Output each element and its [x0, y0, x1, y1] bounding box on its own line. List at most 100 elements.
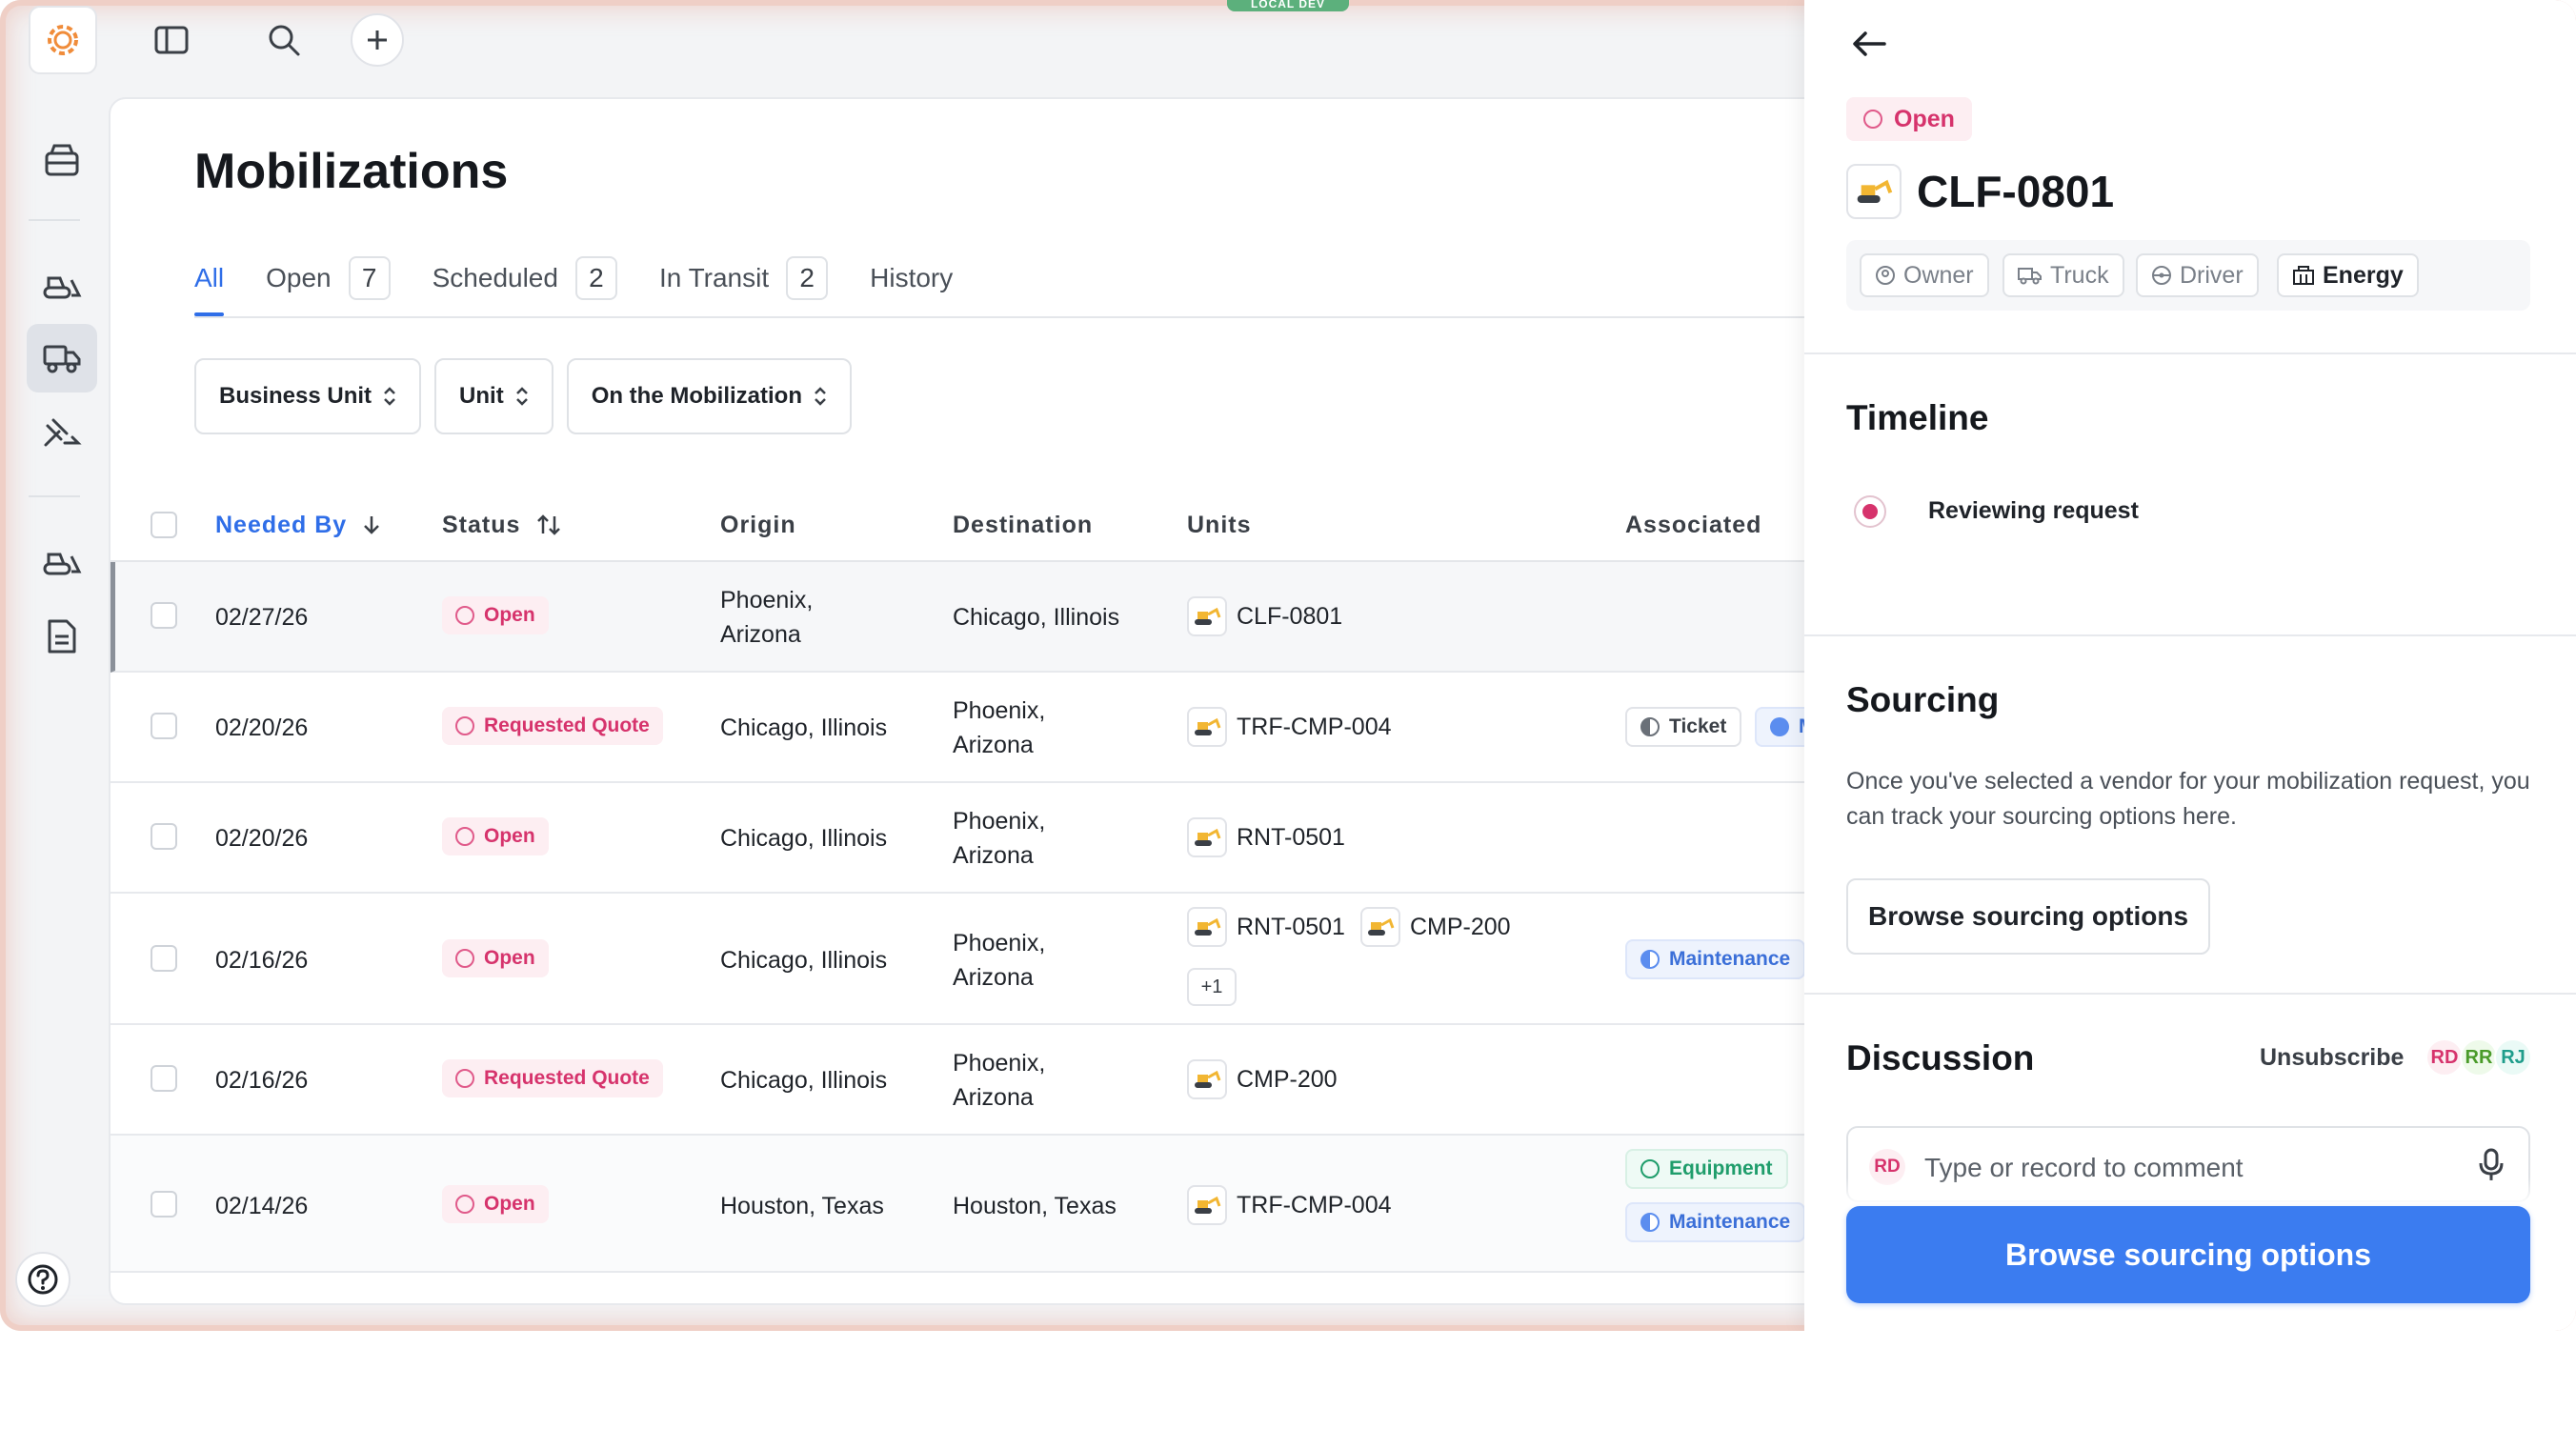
- rail-divider: [29, 495, 80, 497]
- add-button[interactable]: [351, 13, 404, 67]
- search-icon[interactable]: [257, 13, 311, 67]
- unit-chip[interactable]: RNT-0501: [1187, 907, 1345, 947]
- timeline-step: Reviewing request: [1928, 497, 2139, 524]
- sidebar-item-fleet[interactable]: [27, 526, 97, 594]
- sidebar-item-services[interactable]: [27, 400, 97, 469]
- associated-tag-maintenance[interactable]: Maintenance: [1625, 1202, 1806, 1242]
- needed-by: 02/27/26: [215, 604, 309, 631]
- steering-wheel-icon: [2152, 266, 2171, 285]
- gear-logo-icon: [48, 25, 78, 55]
- app-logo[interactable]: [29, 6, 97, 74]
- tab-open[interactable]: Open 7: [266, 242, 391, 314]
- wrench-icon: [44, 418, 82, 447]
- table-row[interactable]: 02/14/26 Open Houston, Texas Houston, Te…: [111, 1136, 1917, 1273]
- sidebar-item-documents[interactable]: [27, 602, 97, 671]
- plus-icon: [368, 30, 387, 50]
- sidebar-toggle-icon[interactable]: [145, 13, 198, 67]
- unit-chip[interactable]: RNT-0501: [1187, 817, 1345, 857]
- energy-button[interactable]: Energy: [2277, 253, 2419, 297]
- filter-unit[interactable]: Unit: [434, 358, 553, 434]
- tab-count: 2: [786, 256, 829, 300]
- tab-scheduled[interactable]: Scheduled 2: [433, 242, 617, 314]
- excavator-icon: [1187, 707, 1227, 747]
- progress-circle-icon: [1640, 950, 1660, 969]
- unit-chip[interactable]: TRF-CMP-004: [1187, 1185, 1392, 1225]
- tab-count: 2: [574, 256, 617, 300]
- destination: Phoenix, Arizona: [953, 1050, 1046, 1111]
- sidebar-item-mobilizations[interactable]: [27, 324, 97, 392]
- chevron-updown-icon: [815, 387, 826, 406]
- destination: Phoenix, Arizona: [953, 808, 1046, 869]
- excavator-icon: [1187, 1185, 1227, 1225]
- owner-button[interactable]: Owner: [1860, 253, 1989, 297]
- status-tabs: All Open 7 Scheduled 2 In Transit 2 History: [194, 242, 995, 316]
- browse-sourcing-cta-button[interactable]: Browse sourcing options: [1846, 1206, 2530, 1303]
- status-badge: Requested Quote: [442, 707, 663, 745]
- select-all-checkbox[interactable]: [151, 512, 177, 538]
- clock-icon: [455, 1069, 474, 1088]
- page-title: Mobilizations: [194, 144, 509, 199]
- back-button[interactable]: [1846, 21, 1892, 67]
- column-associated[interactable]: Associated: [1625, 488, 1761, 562]
- column-status[interactable]: Status: [442, 488, 562, 562]
- associated-tag-equipment[interactable]: Equipment: [1625, 1149, 1788, 1189]
- unsubscribe-link[interactable]: Unsubscribe: [2260, 1044, 2404, 1072]
- row-checkbox[interactable]: [151, 823, 177, 850]
- tab-in-transit[interactable]: In Transit 2: [659, 242, 829, 314]
- open-circle-icon: [1640, 1159, 1660, 1178]
- column-destination[interactable]: Destination: [953, 488, 1093, 562]
- open-circle-icon: [455, 949, 474, 968]
- table-row[interactable]: 02/16/26 Open Chicago, Illinois Phoenix,…: [111, 894, 1917, 1025]
- half-circle-icon: [1640, 717, 1660, 736]
- destination: Phoenix, Arizona: [953, 697, 1046, 758]
- associated-tag-maintenance[interactable]: Maintenance: [1625, 939, 1806, 979]
- sidebar-item-inventory[interactable]: [27, 126, 97, 194]
- excavator-icon: [1187, 817, 1227, 857]
- document-icon: [48, 619, 76, 654]
- row-checkbox[interactable]: [151, 1191, 177, 1218]
- needed-by: 02/20/26: [215, 714, 309, 741]
- origin: Chicago, Illinois: [720, 947, 888, 974]
- more-units-chip[interactable]: +1: [1187, 968, 1237, 1006]
- truck-button[interactable]: Truck: [2002, 253, 2124, 297]
- table-row[interactable]: 02/20/26 Open Chicago, Illinois Phoenix,…: [111, 783, 1917, 894]
- column-needed-by[interactable]: Needed By: [215, 488, 381, 562]
- progress-circle-icon: [1640, 1213, 1660, 1232]
- quick-actions-bar: Owner Truck Driver Energy: [1846, 240, 2530, 311]
- table-row[interactable]: 02/20/26 Requested Quote Chicago, Illino…: [111, 673, 1917, 783]
- column-units[interactable]: Units: [1187, 488, 1252, 562]
- sidebar-item-equipment[interactable]: [27, 250, 97, 318]
- origin: Chicago, Illinois: [720, 825, 888, 852]
- row-checkbox[interactable]: [151, 713, 177, 739]
- excavator-icon: [1360, 907, 1400, 947]
- row-checkbox[interactable]: [151, 945, 177, 972]
- status-badge: Open: [442, 817, 549, 855]
- driver-button[interactable]: Driver: [2136, 253, 2259, 297]
- table-row[interactable]: 02/27/26 Open Phoenix, Arizona Chicago, …: [111, 562, 1917, 673]
- associated-tag-ticket[interactable]: Ticket: [1625, 707, 1742, 747]
- excavator-icon: [1187, 1059, 1227, 1099]
- help-button[interactable]: [15, 1252, 70, 1307]
- destination: Chicago, Illinois: [953, 604, 1120, 631]
- truck-icon: [43, 345, 81, 373]
- avatar: RR: [2460, 1038, 2498, 1077]
- browse-sourcing-button[interactable]: Browse sourcing options: [1846, 878, 2210, 955]
- building-icon: [2293, 266, 2314, 285]
- filter-on-the-mobilization[interactable]: On the Mobilization: [566, 358, 852, 434]
- row-checkbox[interactable]: [151, 602, 177, 629]
- unit-chip[interactable]: TRF-CMP-004: [1187, 707, 1392, 747]
- mobilization-detail-panel: Open CLF-0801 Owner Truck Driver Energy …: [1804, 0, 2576, 1331]
- tab-history[interactable]: History: [870, 242, 953, 314]
- chevron-updown-icon: [515, 387, 528, 406]
- table-row[interactable]: 02/16/26 Requested Quote Chicago, Illino…: [111, 1025, 1917, 1136]
- filter-business-unit[interactable]: Business Unit: [194, 358, 422, 434]
- column-origin[interactable]: Origin: [720, 488, 796, 562]
- unit-chip[interactable]: CMP-200: [1360, 907, 1511, 947]
- unit-chip[interactable]: CMP-200: [1187, 1059, 1338, 1099]
- tab-all[interactable]: All: [194, 242, 225, 316]
- status-badge: Open: [442, 939, 549, 977]
- section-divider: [1804, 634, 2576, 636]
- row-checkbox[interactable]: [151, 1065, 177, 1092]
- env-badge: LOCAL DEV: [1227, 0, 1349, 11]
- unit-chip[interactable]: CLF-0801: [1187, 596, 1342, 636]
